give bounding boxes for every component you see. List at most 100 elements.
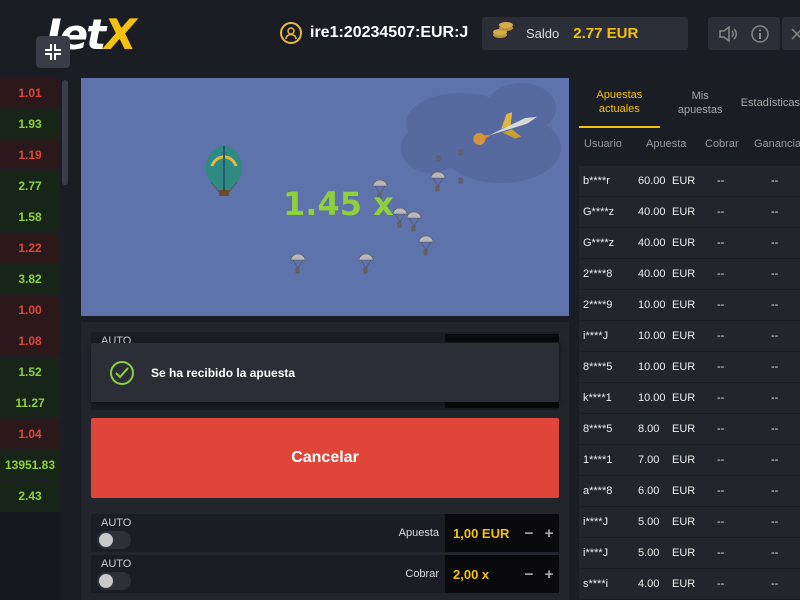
bet-row-cur: EUR <box>672 268 696 280</box>
top-bar: JetX ire1:20234507:EUR:J Saldo 2.77 EUR <box>0 0 800 75</box>
toast-message: Se ha recibido la apuesta <box>151 366 296 380</box>
bet-row: i****J 5.00 EUR -- -- <box>579 507 800 537</box>
bet-row-cur: EUR <box>672 454 696 466</box>
bet-row: 8****5 10.00 EUR -- -- <box>579 352 800 382</box>
bet-row-cash: -- <box>717 516 725 528</box>
user-id: ire1:20234507:EUR:J <box>310 24 469 41</box>
collapse-icon[interactable] <box>36 36 70 68</box>
history-item: 1.19 <box>0 140 60 171</box>
bet-amount-field[interactable]: 1,00 EUR − + <box>445 514 559 552</box>
balance-label: Saldo <box>526 26 560 41</box>
history-item: 2.43 <box>0 481 60 512</box>
close-button[interactable] <box>782 17 800 50</box>
auto-cashout-toggle[interactable] <box>97 572 131 590</box>
bet-row-cash: -- <box>717 485 725 497</box>
bet-row: 8****5 8.00 EUR -- -- <box>579 414 800 444</box>
bet-row-win: -- <box>771 268 779 280</box>
close-icon <box>791 27 800 40</box>
cancel-button[interactable]: Cancelar <box>91 418 559 498</box>
cashout-label: Cobrar <box>405 568 439 580</box>
auto-bet-row: AUTO Apuesta 1,00 EUR − + <box>91 514 559 552</box>
bet-row-cash: -- <box>717 206 725 218</box>
bet-row: i****J 10.00 EUR -- -- <box>579 321 800 351</box>
bet-row-cash: -- <box>717 299 725 311</box>
bet-amount-value[interactable]: 1,00 EUR <box>453 526 519 541</box>
bet-row-user: s****i <box>583 578 609 590</box>
user-icon <box>280 22 302 44</box>
bet-row-user: i****J <box>583 516 609 528</box>
history-scroll-thumb[interactable] <box>62 80 68 185</box>
history-item: 1.52 <box>0 357 60 388</box>
bet-row-user: 8****5 <box>583 423 613 435</box>
bet-row-bet: 5.00 <box>638 547 660 559</box>
bet-row-bet: 6.00 <box>638 485 660 497</box>
bet-row-cur: EUR <box>672 423 696 435</box>
bet-row-user: k****1 <box>583 392 612 404</box>
bet-row-user: a****8 <box>583 485 613 497</box>
current-multiplier: 1.45 x <box>283 185 394 223</box>
bet-row-cur: EUR <box>672 237 696 249</box>
bet-field-1[interactable] <box>445 334 559 342</box>
bet-row-cur: EUR <box>672 299 696 311</box>
bet-row-cur: EUR <box>672 361 696 373</box>
bet-row-win: -- <box>771 423 779 435</box>
bet-row-cash: -- <box>717 392 725 404</box>
bet-row-win: -- <box>771 206 779 218</box>
notification-toast: Se ha recibido la apuesta <box>91 343 559 402</box>
bet-row-win: -- <box>771 516 779 528</box>
bet-row-win: -- <box>771 485 779 497</box>
cashout-value[interactable]: 2,00 x <box>453 567 519 582</box>
tab-current-bets[interactable]: Apuestas actuales <box>579 78 660 128</box>
history-item: 3.82 <box>0 264 60 295</box>
cashout-field[interactable]: 2,00 x − + <box>445 555 559 593</box>
info-icon <box>751 24 769 43</box>
col-bet: Apuesta <box>646 138 687 150</box>
bet-row: G****z 40.00 EUR -- -- <box>579 197 800 227</box>
bet-row: s****i 4.00 EUR -- -- <box>579 569 800 599</box>
cloud <box>401 83 561 183</box>
bet-row-bet: 60.00 <box>638 175 666 187</box>
info-button[interactable] <box>740 17 780 50</box>
bet-row-bet: 5.00 <box>638 516 660 528</box>
bet-row: b****r 60.00 EUR -- -- <box>579 166 800 196</box>
cashout-minus-button[interactable]: − <box>519 566 539 583</box>
bet-row-cash: -- <box>717 423 725 435</box>
bet-minus-button[interactable]: − <box>519 525 539 542</box>
bet-row-user: 2****9 <box>583 299 613 311</box>
check-circle-icon <box>110 361 134 385</box>
bet-row: 1****1 7.00 EUR -- -- <box>579 445 800 475</box>
history-item: 1.58 <box>0 202 60 233</box>
auto-label: AUTO <box>101 558 132 570</box>
balloon-icon <box>206 146 242 196</box>
bet-row-bet: 4.00 <box>638 578 660 590</box>
coins-icon <box>492 21 514 46</box>
bet-row-cash: -- <box>717 578 725 590</box>
speaker-icon <box>719 24 737 43</box>
bet-row-win: -- <box>771 361 779 373</box>
bet-row-win: -- <box>771 299 779 311</box>
auto-bet-toggle[interactable] <box>97 531 131 549</box>
bet-row-win: -- <box>771 237 779 249</box>
history-item: 1.01 <box>0 78 60 109</box>
history-item: 13951.83 <box>0 450 60 481</box>
history-item: 11.27 <box>0 388 60 419</box>
tab-statistics[interactable]: Estadísticas <box>741 78 800 128</box>
bet-row: i****J 5.00 EUR -- -- <box>579 538 800 568</box>
bet-row: 2****8 40.00 EUR -- -- <box>579 259 800 289</box>
bet-row-win: -- <box>771 330 779 342</box>
bet-row-user: i****J <box>583 547 609 559</box>
bet-label: Apuesta <box>398 527 439 539</box>
cashout-plus-button[interactable]: + <box>539 566 559 583</box>
bet-row-cur: EUR <box>672 206 696 218</box>
user-info: ire1:20234507:EUR:J <box>280 22 468 44</box>
bet-row-bet: 7.00 <box>638 454 660 466</box>
bet-row-user: 1****1 <box>583 454 613 466</box>
history-item: 2.77 <box>0 171 60 202</box>
bet-row: G****z 40.00 EUR -- -- <box>579 228 800 258</box>
tab-my-bets[interactable]: Mis apuestas <box>660 78 741 128</box>
history-item: 1.08 <box>0 326 60 357</box>
bet-row-bet: 40.00 <box>638 206 666 218</box>
bet-plus-button[interactable]: + <box>539 525 559 542</box>
balance-value: 2.77 EUR <box>573 25 639 42</box>
bet-row-bet: 10.00 <box>638 392 666 404</box>
